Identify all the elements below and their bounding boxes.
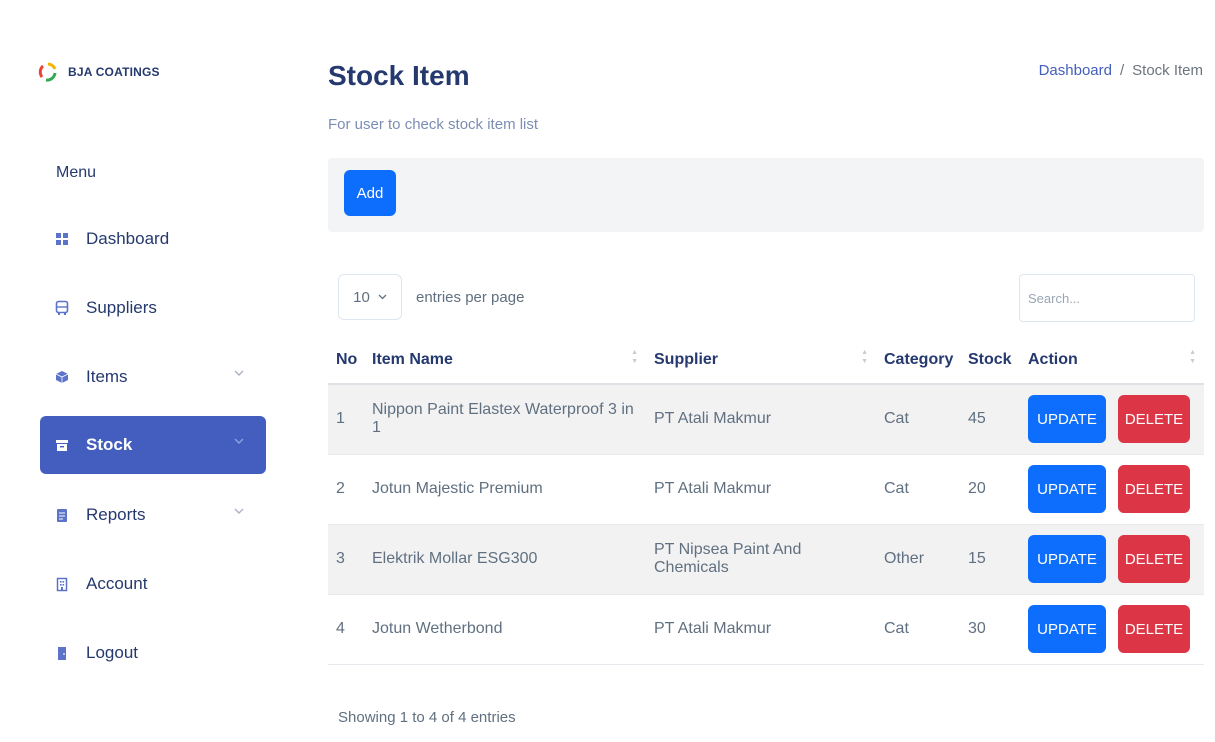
cell-no: 3 (328, 524, 364, 595)
sidebar-item-reports[interactable]: Reports (40, 486, 266, 544)
sidebar-item-stock[interactable]: Stock (40, 416, 266, 474)
table-row: 4 Jotun Wetherbond PT Atali Makmur Cat 3… (328, 594, 1204, 665)
breadcrumb-current: Stock Item (1132, 62, 1203, 79)
sort-icon: ▲ ▼ (631, 349, 638, 365)
chevron-down-icon (234, 438, 244, 444)
table-header-row: No Item Name ▲ ▼ Supplier ▲ ▼ Category Stock… (328, 336, 1204, 385)
breadcrumb: Dashboard / Stock Item (1039, 62, 1203, 79)
cell-category: Cat (876, 454, 960, 525)
brand[interactable]: BJA COATINGS (38, 62, 160, 82)
sidebar-item-label: Dashboard (86, 229, 170, 248)
per-page-value: 10 (353, 288, 370, 306)
delete-button[interactable]: DELETE (1118, 605, 1190, 653)
sidebar-item-label: Items (86, 367, 128, 386)
update-button[interactable]: UPDATE (1028, 465, 1106, 513)
toolbar-card: Add (328, 158, 1204, 232)
delete-button[interactable]: DELETE (1118, 465, 1190, 513)
add-button[interactable]: Add (344, 170, 396, 216)
page-subtitle: For user to check stock item list (328, 116, 539, 133)
menu-title: Menu (56, 164, 97, 181)
brand-logo-icon (38, 62, 57, 82)
column-header-item-name[interactable]: Item Name ▲ ▼ (364, 336, 646, 385)
cell-category: Cat (876, 594, 960, 665)
archive-icon (54, 437, 70, 453)
search-input[interactable] (1019, 274, 1195, 322)
cell-no: 1 (328, 384, 364, 455)
file-icon (54, 507, 70, 523)
brand-name: BJA COATINGS (68, 65, 160, 79)
door-icon (54, 645, 70, 661)
sidebar-item-account[interactable]: Account (40, 555, 266, 613)
cell-supplier: PT Nipsea Paint And Chemicals (646, 524, 876, 595)
sidebar: BJA COATINGS Menu Dashboard Suppliers It… (0, 0, 290, 742)
box-icon (54, 369, 70, 385)
stock-table: No Item Name ▲ ▼ Supplier ▲ ▼ Category Stock… (328, 336, 1204, 665)
column-header-supplier[interactable]: Supplier ▲ ▼ (646, 336, 876, 385)
page-title: Stock Item (328, 60, 470, 91)
breadcrumb-separator: / (1119, 62, 1125, 79)
table-info: Showing 1 to 4 of 4 entries (338, 709, 516, 726)
breadcrumb-link-dashboard[interactable]: Dashboard (1039, 62, 1112, 79)
cell-no: 4 (328, 594, 364, 665)
sidebar-item-items[interactable]: Items (40, 348, 266, 406)
column-header-category[interactable]: Category (876, 336, 960, 385)
update-button[interactable]: UPDATE (1028, 395, 1106, 444)
column-header-no[interactable]: No (328, 336, 364, 385)
delete-button[interactable]: DELETE (1118, 535, 1190, 583)
cell-action: UPDATE DELETE (1020, 594, 1204, 665)
sort-icon: ▲ ▼ (1189, 349, 1196, 365)
per-page-label: entries per page (416, 289, 525, 306)
sidebar-item-dashboard[interactable]: Dashboard (40, 210, 266, 268)
sidebar-item-label: Reports (86, 505, 146, 524)
cell-action: UPDATE DELETE (1020, 384, 1204, 455)
update-button[interactable]: UPDATE (1028, 535, 1106, 583)
cell-stock: 20 (960, 454, 1020, 525)
sidebar-item-label: Suppliers (86, 298, 157, 317)
column-header-stock[interactable]: Stock (960, 336, 1020, 385)
cell-stock: 45 (960, 384, 1020, 455)
delete-button[interactable]: DELETE (1118, 395, 1190, 444)
entries-per-page-select[interactable]: 10 (338, 274, 402, 320)
building-icon (54, 576, 70, 592)
cell-supplier: PT Atali Makmur (646, 384, 876, 455)
chevron-down-icon (378, 294, 387, 300)
cell-item-name: Jotun Wetherbond (364, 594, 646, 665)
sidebar-item-label: Stock (86, 435, 133, 454)
update-button[interactable]: UPDATE (1028, 605, 1106, 653)
cell-no: 2 (328, 454, 364, 525)
chevron-down-icon (234, 370, 244, 376)
sidebar-item-label: Logout (86, 643, 138, 662)
sidebar-item-suppliers[interactable]: Suppliers (40, 279, 266, 337)
sort-icon: ▲ ▼ (861, 349, 868, 365)
cell-item-name: Nippon Paint Elastex Waterproof 3 in 1 (364, 384, 646, 455)
cell-action: UPDATE DELETE (1020, 524, 1204, 595)
cell-category: Cat (876, 384, 960, 455)
cell-item-name: Elektrik Mollar ESG300 (364, 524, 646, 595)
grid-icon (54, 231, 70, 247)
table-row: 3 Elektrik Mollar ESG300 PT Nipsea Paint… (328, 524, 1204, 595)
sidebar-item-label: Account (86, 574, 148, 593)
table-row: 2 Jotun Majestic Premium PT Atali Makmur… (328, 454, 1204, 525)
cell-action: UPDATE DELETE (1020, 454, 1204, 525)
column-header-action[interactable]: Action ▲ ▼ (1020, 336, 1204, 385)
chevron-down-icon (234, 508, 244, 514)
cell-stock: 15 (960, 524, 1020, 595)
cell-supplier: PT Atali Makmur (646, 454, 876, 525)
cell-stock: 30 (960, 594, 1020, 665)
cell-item-name: Jotun Majestic Premium (364, 454, 646, 525)
table-row: 1 Nippon Paint Elastex Waterproof 3 in 1… (328, 384, 1204, 455)
cell-category: Other (876, 524, 960, 595)
cell-supplier: PT Atali Makmur (646, 594, 876, 665)
sidebar-item-logout[interactable]: Logout (40, 624, 266, 682)
bus-icon (54, 300, 70, 316)
